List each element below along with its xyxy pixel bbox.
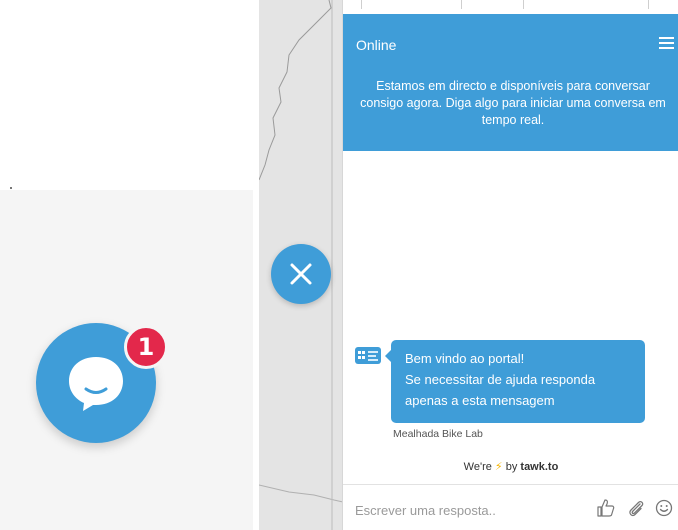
chat-header: Online Estamos em directo e disponíveis …	[343, 14, 678, 151]
agent-message: Bem vindo ao portal! Se necessitar de aj…	[385, 340, 645, 423]
message-composer	[343, 484, 678, 530]
message-line: apenas a esta mensagem	[405, 393, 555, 408]
bolt-icon: ⚡	[494, 461, 503, 473]
page: 1 Online Estamos em directo e disponívei…	[0, 0, 678, 530]
branding[interactable]: We're ⚡ by tawk.to	[343, 460, 678, 473]
message-line: Bem vindo ao portal!	[405, 351, 525, 366]
agent-avatar	[355, 347, 381, 364]
chat-window: Online Estamos em directo e disponíveis …	[342, 14, 678, 530]
chat-bubble-icon	[69, 357, 123, 411]
brand-name: tawk.to	[520, 461, 559, 473]
smiley-icon[interactable]	[654, 498, 674, 518]
branding-by: by	[505, 461, 518, 473]
menu-icon[interactable]	[659, 37, 677, 51]
page-top-strip	[342, 0, 678, 14]
reply-input[interactable]	[355, 499, 575, 521]
thumbs-up-icon[interactable]	[596, 498, 616, 518]
divider-dot	[10, 187, 12, 189]
header-message: Estamos em directo e disponíveis para co…	[360, 79, 666, 127]
paperclip-icon[interactable]	[626, 498, 646, 518]
status-title: Online	[356, 37, 397, 53]
close-chat-button[interactable]	[271, 244, 331, 304]
unread-badge: 1	[124, 325, 168, 369]
message-sender: Mealhada Bike Lab	[393, 428, 483, 440]
branding-prefix: We're	[463, 461, 492, 473]
message-line: Se necessitar de ajuda responda	[405, 372, 596, 387]
close-icon	[290, 263, 312, 285]
